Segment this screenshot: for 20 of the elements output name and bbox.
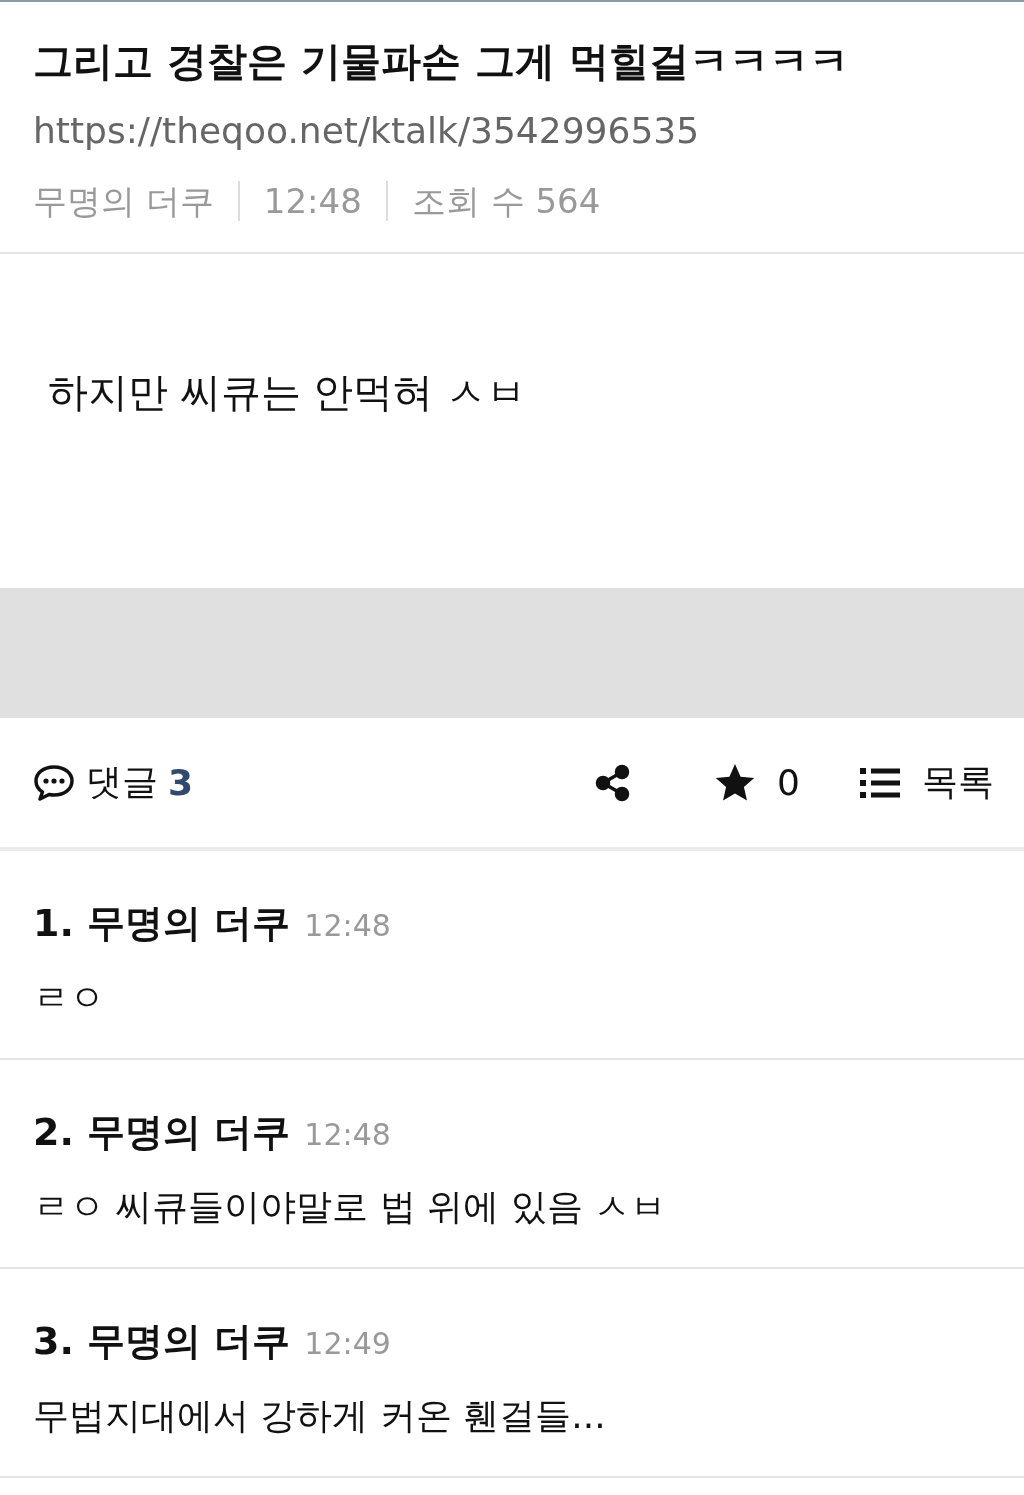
comments-link[interactable]: 댓글 3 (32, 758, 194, 807)
comment-text: ㄹㅇ 씨큐들이야말로 법 위에 있음 ㅅㅂ (33, 1185, 668, 1229)
comment-time: 12:49 (304, 1325, 391, 1363)
list-button[interactable]: 목록 (860, 758, 994, 807)
comment-author: 3. 무명의 더쿠 (33, 1318, 291, 1365)
comment-text: ㄹㅇ (33, 976, 106, 1020)
comment-time: 12:48 (304, 1116, 391, 1154)
author-name: 무명의 더쿠 (33, 180, 214, 223)
speech-bubble-icon (32, 762, 76, 803)
post-url[interactable]: https://theqoo.net/ktalk/3542996535 (33, 96, 991, 166)
post-title: 그리고 경찰은 기물파손 그게 먹힐걸ㅋㅋㅋㅋ (33, 37, 850, 86)
favorite-button[interactable]: 0 (713, 761, 800, 804)
post-time: 12:48 (263, 180, 362, 223)
view-count: 조회 수 564 (411, 180, 601, 223)
comment-author: 2. 무명의 더쿠 (33, 1109, 291, 1156)
post-body: 하지만 씨큐는 안먹혀 ㅅㅂ (48, 368, 528, 417)
comment-text: 무법지대에서 강하게 커온 휀걸들... (33, 1394, 607, 1438)
comment-author: 1. 무명의 더쿠 (33, 900, 291, 947)
comment-time: 12:48 (304, 907, 391, 945)
list-icon (860, 765, 900, 800)
